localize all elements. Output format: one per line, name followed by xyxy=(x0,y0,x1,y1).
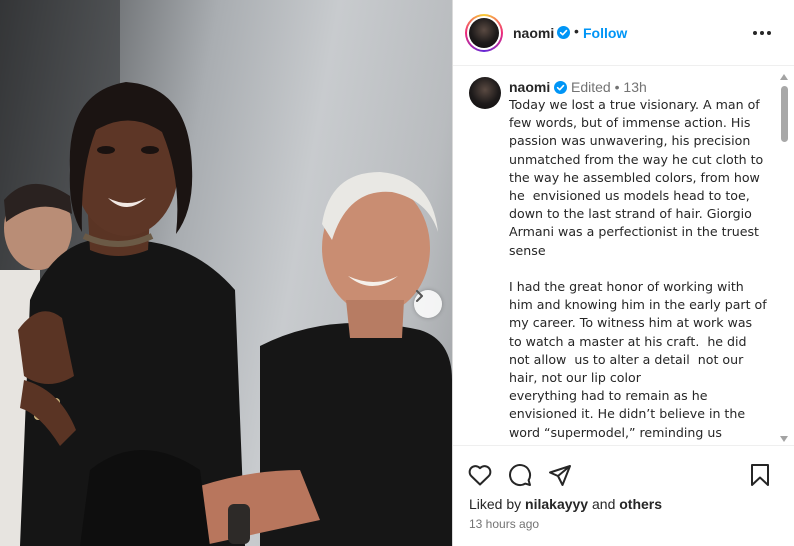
header-username[interactable]: naomi xyxy=(513,25,554,41)
caption-scrollbar[interactable] xyxy=(779,70,789,444)
caption-username[interactable]: naomi xyxy=(509,79,550,95)
post-timestamp[interactable]: 13 hours ago xyxy=(469,517,539,531)
caption-paragraph-1: Today we lost a true visionary. A man of… xyxy=(509,97,768,258)
action-bar: Liked by nilakayyy and others 13 hours a… xyxy=(453,445,794,546)
edited-label: Edited xyxy=(571,79,611,95)
verified-badge-icon xyxy=(557,26,570,39)
caption-meta: naomi Edited • 13h xyxy=(509,79,647,95)
meta-separator: • xyxy=(614,79,620,95)
paper-plane-icon[interactable] xyxy=(547,462,573,488)
liked-by-prefix: Liked by xyxy=(469,496,522,512)
follow-button[interactable]: Follow xyxy=(583,25,627,41)
caption-paragraph-2: I had the great honor of working with hi… xyxy=(509,279,767,444)
bookmark-icon[interactable] xyxy=(747,462,773,488)
comment-icon[interactable] xyxy=(507,462,533,488)
post-time-short[interactable]: 13h xyxy=(623,79,646,95)
more-options-icon[interactable] xyxy=(751,22,773,44)
scroll-down-arrow-icon[interactable] xyxy=(779,434,789,444)
post-photo xyxy=(0,0,452,546)
liked-by-user-link[interactable]: nilakayyy xyxy=(525,496,588,512)
scroll-up-arrow-icon[interactable] xyxy=(779,72,789,82)
carousel-next-button[interactable] xyxy=(414,290,442,318)
post-sidebar: naomi • Follow naomi Edited • 13h Today … xyxy=(452,0,794,546)
liked-by-and: and xyxy=(592,496,616,512)
story-avatar[interactable] xyxy=(465,14,503,52)
caption-area: naomi Edited • 13h Today we lost a true … xyxy=(453,67,794,444)
photo-illustration xyxy=(0,0,452,546)
avatar-image xyxy=(469,18,499,48)
verified-badge-icon xyxy=(554,81,568,94)
post-header: naomi • Follow xyxy=(453,0,794,66)
liked-by-others-link[interactable]: others xyxy=(619,496,662,512)
caption-avatar[interactable] xyxy=(469,77,501,109)
caption-text: Today we lost a true visionary. A man of… xyxy=(509,96,767,444)
likes-summary: Liked by nilakayyy and others xyxy=(469,496,662,512)
heart-icon[interactable] xyxy=(467,462,493,488)
header-separator: • xyxy=(574,23,579,39)
scroll-thumb[interactable] xyxy=(781,86,788,142)
